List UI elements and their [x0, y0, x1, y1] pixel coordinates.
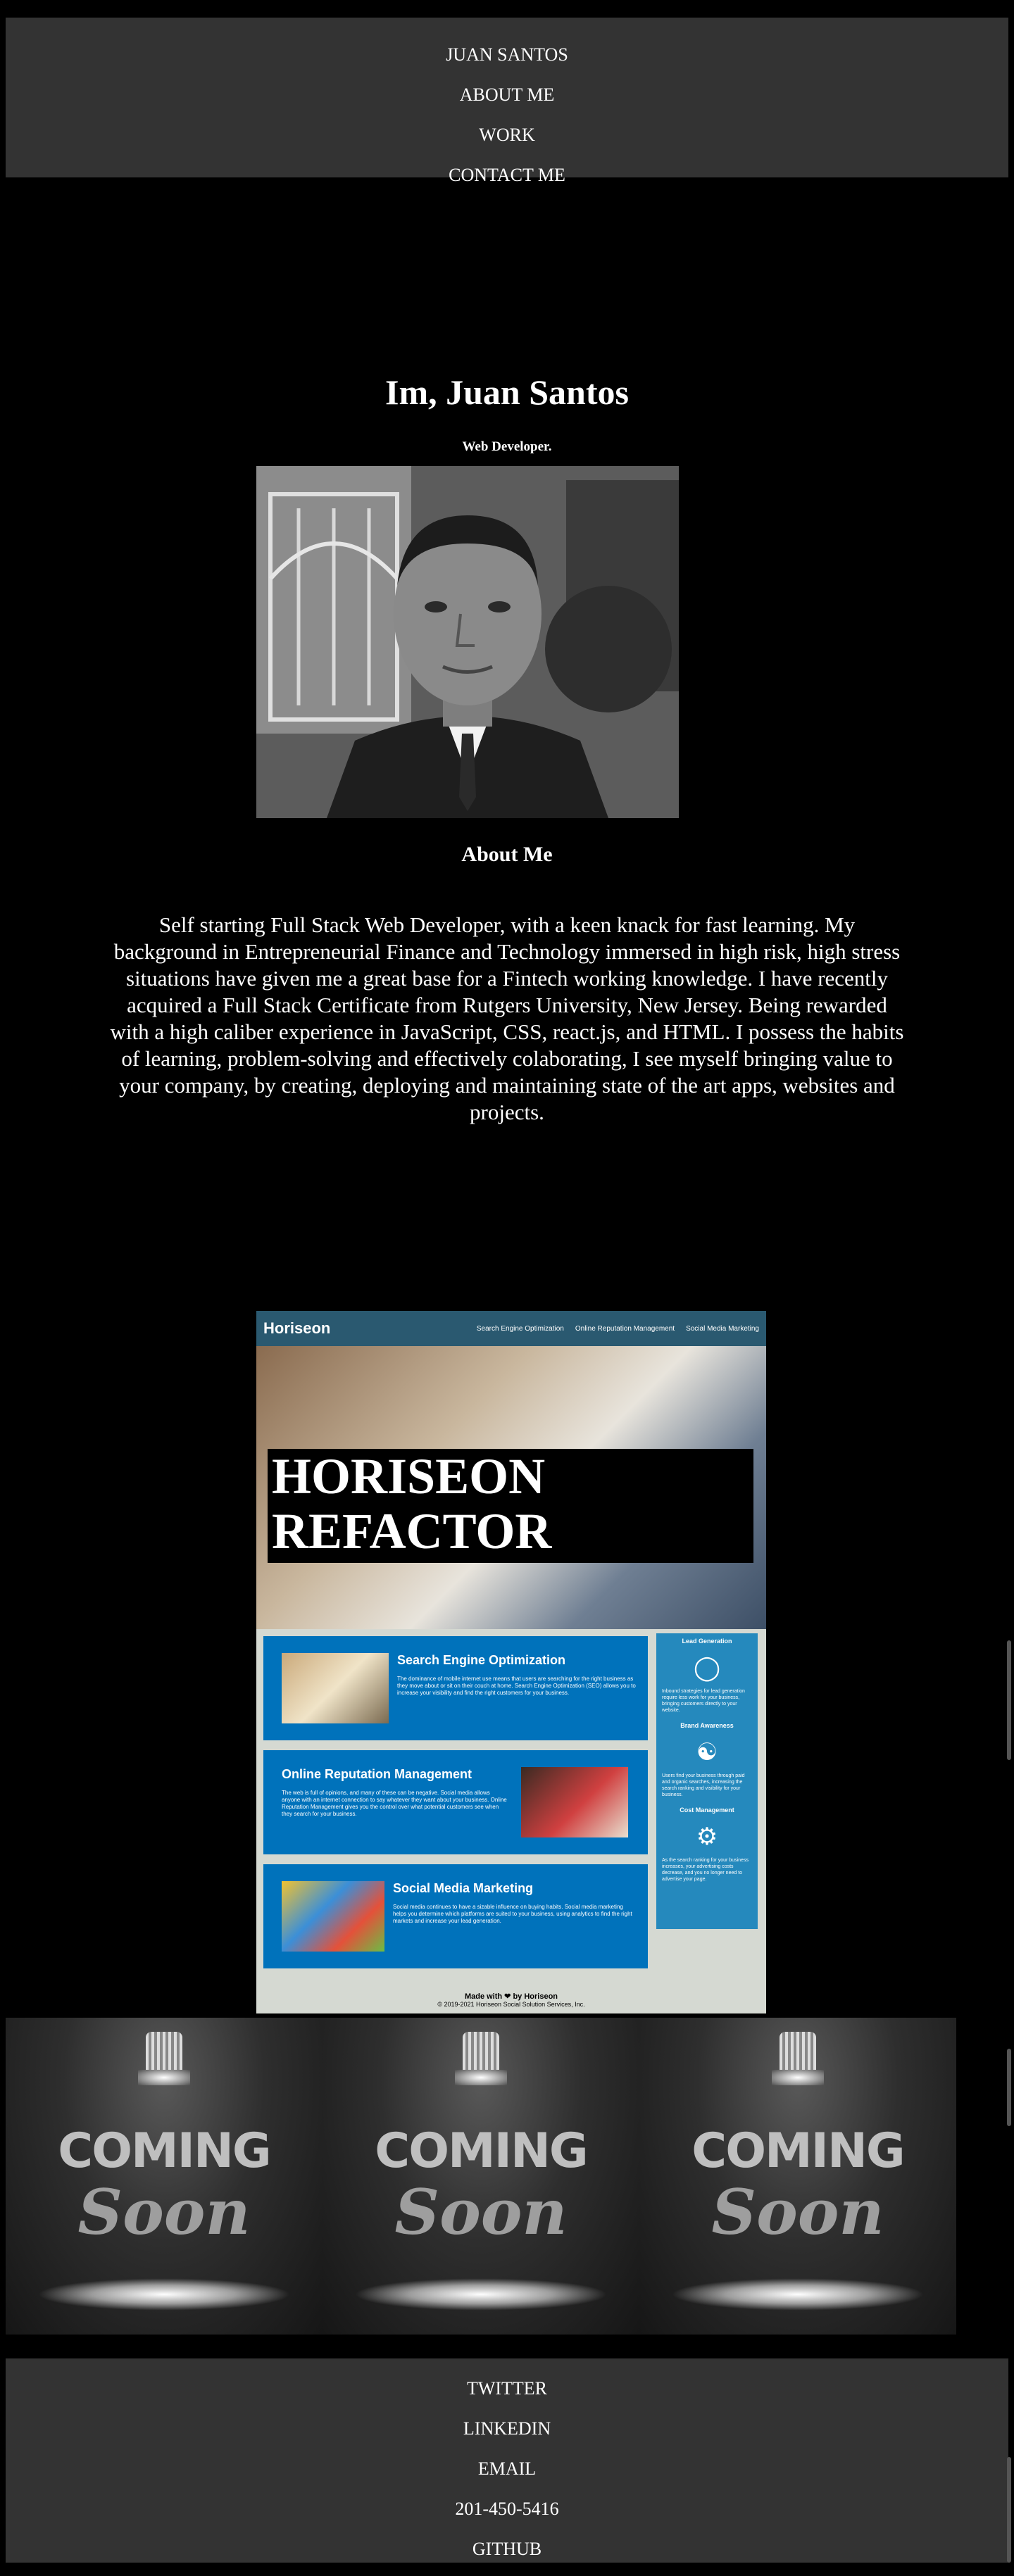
nav-link-name[interactable]: JUAN SANTOS	[6, 34, 1008, 75]
nav-link-contact[interactable]: CONTACT ME	[6, 155, 1008, 195]
horiseon-logo: Horiseon	[263, 1319, 331, 1337]
top-nav: JUAN SANTOS ABOUT ME WORK CONTACT ME	[6, 18, 1008, 185]
footer-link-email[interactable]: EMAIL	[6, 2449, 1008, 2489]
card-text: Social media continues to have a sizable…	[393, 1904, 632, 1924]
lightbulb-icon: ◯	[693, 1654, 721, 1681]
horiseon-card-smm: Social Media Marketing Social media cont…	[263, 1864, 648, 1968]
broadcast-icon: ☯	[696, 1739, 718, 1766]
page-title: Im, Juan Santos	[385, 372, 629, 412]
horiseon-footer-credit: Made with ❤ by Horiseon	[464, 1992, 558, 2001]
card-text: The web is full of opinions, and many of…	[282, 1790, 507, 1817]
spotlight-icon	[146, 2032, 182, 2070]
spotlight-glow	[138, 2070, 190, 2085]
horiseon-card-orm: Online Reputation Management The web is …	[263, 1750, 648, 1854]
horiseon-hero-text: HORISEON REFACTOR	[272, 1448, 552, 1559]
about-heading: About Me	[461, 843, 553, 866]
about-text: Self starting Full Stack Web Developer, …	[110, 912, 904, 1124]
footer-link-phone[interactable]: 201-450-5416	[6, 2489, 1008, 2529]
spotlight-floor	[37, 2278, 291, 2311]
horiseon-nav-item: Social Media Marketing	[686, 1324, 759, 1333]
side-text: As the search ranking for your business …	[662, 1858, 749, 1882]
scrollbar-thumb[interactable]	[1007, 2049, 1011, 2126]
spotlight-glow	[455, 2070, 507, 2085]
side-text: Users find your business through paid an…	[662, 1773, 745, 1797]
spotlight-icon	[463, 2032, 499, 2070]
horiseon-nav: Search Engine Optimization Online Reputa…	[477, 1325, 759, 1333]
spotlight-floor	[354, 2278, 608, 2311]
seo-thumbnail	[282, 1653, 389, 1723]
horiseon-footer: Made with ❤ by Horiseon © 2019-2021 Hori…	[256, 1992, 766, 2008]
coming-label: COMING	[375, 2123, 588, 2179]
footer-link-twitter[interactable]: TWITTER	[6, 2368, 1008, 2408]
horiseon-sidebar: Lead Generation ◯ Inbound strategies for…	[656, 1633, 758, 1929]
profile-photo	[256, 466, 679, 818]
coming-soon-panel[interactable]: COMING Soon	[323, 2018, 639, 2335]
coming-soon-strip: COMING Soon COMING Soon COMING Soon	[6, 2018, 956, 2335]
side-title: Brand Awareness	[680, 1722, 734, 1729]
smm-thumbnail	[282, 1881, 384, 1952]
coming-soon-panel[interactable]: COMING Soon	[6, 2018, 323, 2335]
side-title: Lead Generation	[682, 1638, 732, 1645]
page-subtitle: Web Developer.	[462, 439, 552, 454]
gears-icon: ⚙	[696, 1823, 718, 1850]
spotlight-floor	[671, 2278, 925, 2311]
footer-link-github[interactable]: GITHUB	[6, 2529, 1008, 2569]
soon-label: Soon	[77, 2175, 251, 2249]
nav-link-about[interactable]: ABOUT ME	[6, 75, 1008, 115]
coming-label: COMING	[58, 2123, 271, 2179]
horiseon-card-seo: Search Engine Optimization The dominance…	[263, 1636, 648, 1740]
scrollbar-thumb[interactable]	[1007, 2457, 1011, 2563]
soon-label: Soon	[711, 2175, 884, 2249]
nav-link-work[interactable]: WORK	[6, 115, 1008, 155]
side-title: Cost Management	[680, 1807, 734, 1814]
orm-thumbnail	[521, 1767, 628, 1837]
footer-contact: TWITTER LINKEDIN EMAIL 201-450-5416 GITH…	[6, 2358, 1008, 2563]
side-text: Inbound strategies for lead generation r…	[662, 1689, 745, 1713]
coming-soon-panel[interactable]: COMING Soon	[639, 2018, 956, 2335]
horiseon-hero-image: HORISEON REFACTOR	[256, 1346, 766, 1629]
horiseon-nav-item: Search Engine Optimization	[476, 1324, 564, 1333]
horiseon-header: Horiseon Search Engine Optimization Onli…	[256, 1311, 766, 1346]
coming-label: COMING	[691, 2123, 905, 2179]
card-title: Social Media Marketing	[393, 1881, 534, 1895]
horiseon-footer-copyright: © 2019-2021 Horiseon Social Solution Ser…	[437, 2001, 585, 2008]
card-title: Online Reputation Management	[282, 1767, 472, 1781]
footer-link-linkedin[interactable]: LINKEDIN	[6, 2408, 1008, 2449]
soon-label: Soon	[394, 2175, 568, 2249]
horiseon-project-card[interactable]: Horiseon Search Engine Optimization Onli…	[256, 1311, 766, 2013]
card-title: Search Engine Optimization	[397, 1653, 566, 1667]
spotlight-icon	[780, 2032, 816, 2070]
scrollbar-thumb[interactable]	[1007, 1640, 1011, 1760]
card-text: The dominance of mobile internet use mea…	[397, 1676, 636, 1696]
horiseon-nav-item: Online Reputation Management	[575, 1324, 675, 1333]
spotlight-glow	[772, 2070, 824, 2085]
